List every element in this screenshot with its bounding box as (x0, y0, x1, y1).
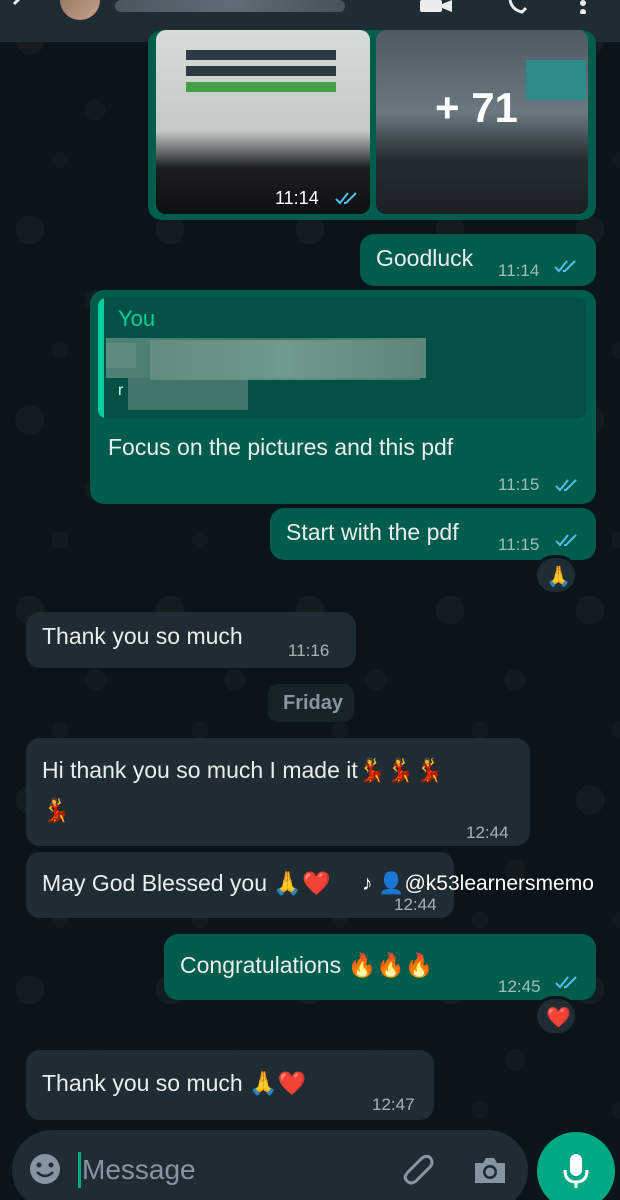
message-time: 11:14 (498, 261, 540, 280)
message-time: 11:14 (275, 188, 319, 208)
text-cursor (78, 1152, 81, 1188)
more-images-count[interactable]: + 71 (435, 84, 518, 132)
redacted-text (128, 378, 248, 410)
reaction-emoji: ❤️ (546, 1007, 571, 1029)
quote-fragment: r (118, 382, 124, 399)
reaction-emoji: 🙏 (546, 566, 571, 588)
message-text: 💃 (42, 797, 71, 823)
message-text: Hi thank you so much I made it💃💃💃 (42, 757, 444, 783)
message-time: 12:44 (466, 823, 509, 842)
voice-call-icon[interactable] (508, 0, 534, 14)
read-ticks-icon (335, 192, 357, 205)
back-arrow-icon[interactable] (8, 0, 28, 22)
read-ticks-icon (555, 976, 577, 989)
emoji-icon[interactable] (28, 1152, 62, 1186)
message-text: Thank you so much 🙏❤️ (42, 1070, 307, 1096)
more-options-icon[interactable] (578, 0, 588, 14)
message-reaction[interactable]: 🙏 (534, 555, 578, 595)
message-input[interactable]: Message (82, 1154, 196, 1186)
outgoing-message[interactable]: Goodluck 11:14 (360, 234, 596, 286)
incoming-message[interactable]: Thank you so much 🙏❤️ 12:47 (26, 1050, 434, 1120)
outgoing-message[interactable]: Start with the pdf 11:15 (270, 508, 596, 560)
image-thumbnail[interactable] (156, 30, 370, 214)
read-ticks-icon (554, 260, 576, 273)
outgoing-message[interactable]: Congratulations 🔥🔥🔥 12:45 (164, 934, 596, 1000)
message-time: 11:16 (288, 641, 330, 660)
message-text: Focus on the pictures and this pdf (108, 434, 454, 460)
message-text: Congratulations 🔥🔥🔥 (180, 952, 434, 978)
tiktok-watermark: ♪ 👤@k53learnersmemo (362, 872, 594, 895)
message-time: 11:15 (498, 475, 540, 494)
image-album-message[interactable] (148, 30, 596, 220)
microphone-icon (563, 1154, 589, 1188)
message-text: Start with the pdf (286, 519, 459, 545)
read-ticks-icon (555, 534, 577, 547)
message-text: May God Blessed you 🙏❤️ (42, 870, 331, 896)
message-text: Thank you so much (42, 623, 243, 649)
voice-message-button[interactable] (537, 1132, 615, 1200)
incoming-message[interactable]: Thank you so much 11:16 (26, 612, 356, 668)
message-reaction[interactable]: ❤️ (534, 996, 578, 1036)
date-separator: Friday (268, 684, 354, 722)
contact-avatar[interactable] (60, 0, 100, 20)
camera-icon[interactable] (472, 1154, 508, 1186)
attach-icon[interactable] (400, 1152, 436, 1186)
message-time: 12:47 (372, 1095, 415, 1114)
message-time: 11:15 (498, 535, 540, 554)
message-time: 12:45 (498, 977, 541, 996)
quote-author: You (118, 306, 156, 331)
quote-bar (98, 298, 104, 418)
incoming-message[interactable]: Hi thank you so much I made it💃💃💃 💃 12:4… (26, 738, 530, 846)
date-label: Friday (283, 692, 344, 714)
contact-name-redacted[interactable] (115, 0, 345, 12)
video-call-icon[interactable] (420, 0, 452, 14)
read-ticks-icon (555, 479, 577, 492)
redacted-text (150, 340, 420, 380)
message-text: Goodluck (376, 245, 474, 271)
